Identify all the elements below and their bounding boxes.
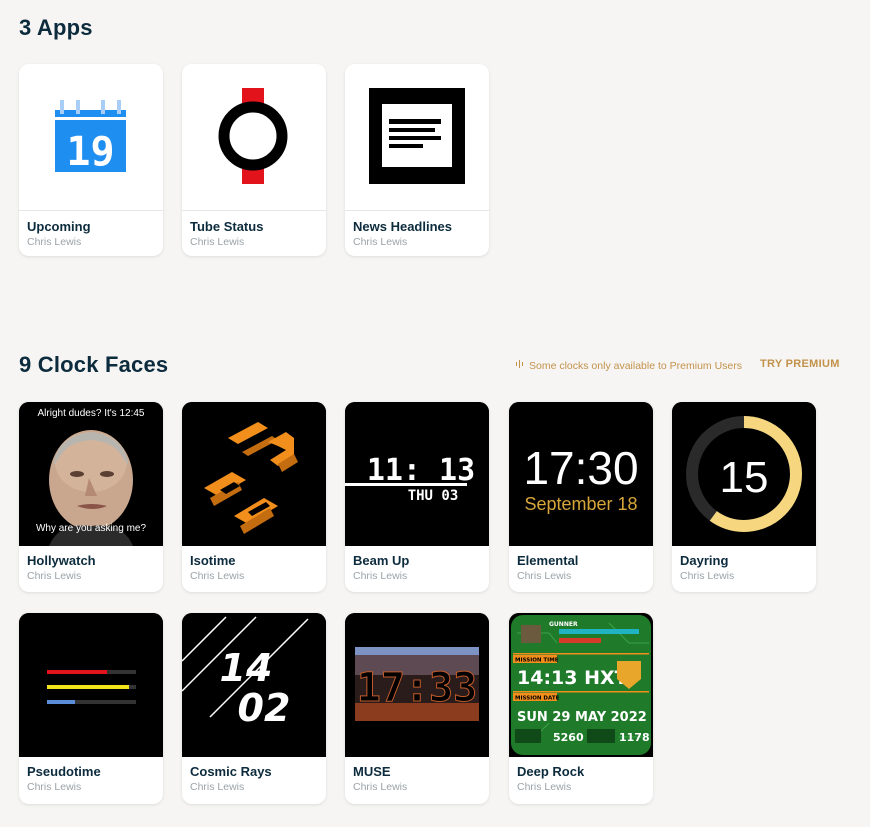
deep-rock-mission-date-label: MISSION DATE — [515, 696, 560, 702]
clock-author[interactable]: Chris Lewis — [27, 781, 81, 793]
tube-roundel-icon — [218, 88, 288, 184]
newspaper-icon — [369, 88, 465, 184]
cosmic-rays-minute: 02 — [238, 686, 291, 730]
app-thumbnail — [345, 64, 489, 211]
app-thumbnail — [182, 64, 326, 211]
clock-card-isotime[interactable]: Isotime Chris Lewis — [182, 402, 326, 592]
clock-title: Dayring — [680, 553, 729, 568]
clock-thumbnail — [182, 402, 326, 546]
clock-author[interactable]: Chris Lewis — [190, 570, 244, 582]
clock-card-muse[interactable]: 17:33 MUSE Chris Lewis — [345, 613, 489, 804]
app-thumbnail: 19 — [19, 64, 163, 211]
apps-section-title: 3 Apps — [19, 15, 93, 40]
clock-author[interactable]: Chris Lewis — [353, 570, 407, 582]
app-title: Tube Status — [190, 219, 264, 234]
deep-rock-mission-time-label: MISSION TIME — [515, 658, 559, 664]
premium-note: Some clocks only available to Premium Us… — [515, 359, 742, 372]
dayring-preview: 15 — [672, 402, 816, 546]
cosmic-rays-preview: 14 02 — [182, 613, 326, 757]
clock-author[interactable]: Chris Lewis — [353, 781, 407, 793]
hollywatch-bottom-text: Why are you asking me? — [36, 523, 146, 534]
app-card-upcoming[interactable]: 19 Upcoming Chris Lewis — [19, 64, 163, 256]
clock-card-hollywatch[interactable]: Alright dudes? It's 12:45 Why are you as… — [19, 402, 163, 592]
clock-thumbnail: GUNNER MISSION TIME 14:13 HXT MISSION DA… — [509, 613, 653, 757]
clock-card-deep-rock[interactable]: GUNNER MISSION TIME 14:13 HXT MISSION DA… — [509, 613, 653, 804]
beam-up-date: THU 03 — [408, 488, 459, 504]
deep-rock-mission-date: SUN 29 MAY 2022 — [517, 710, 647, 725]
deep-rock-stat-1: 5260 — [553, 731, 584, 744]
isotime-preview — [182, 402, 326, 546]
clock-card-beam-up[interactable]: 11: 13 THU 03 Beam Up Chris Lewis — [345, 402, 489, 592]
hollywatch-preview: Alright dudes? It's 12:45 Why are you as… — [19, 402, 163, 546]
clock-title: Pseudotime — [27, 764, 101, 779]
clock-thumbnail: 15 — [672, 402, 816, 546]
dayring-value: 15 — [720, 453, 769, 502]
clock-author[interactable]: Chris Lewis — [680, 570, 734, 582]
deep-rock-stat-2: 1178 — [619, 731, 650, 744]
clock-title: Beam Up — [353, 553, 410, 568]
clock-thumbnail: 17:33 — [345, 613, 489, 757]
premium-icon — [515, 359, 525, 369]
try-premium-link[interactable]: TRY PREMIUM — [760, 358, 840, 370]
hollywatch-top-text: Alright dudes? It's 12:45 — [38, 408, 145, 419]
elemental-time: 17:30 — [523, 442, 638, 494]
clock-title: Elemental — [517, 553, 579, 568]
clock-author[interactable]: Chris Lewis — [517, 570, 571, 582]
clock-thumbnail: 14 02 — [182, 613, 326, 757]
app-title: News Headlines — [353, 219, 452, 234]
clock-thumbnail — [19, 613, 163, 757]
beam-up-time: 11: 13 — [367, 453, 475, 488]
clock-card-pseudotime[interactable]: Pseudotime Chris Lewis — [19, 613, 163, 804]
clock-card-dayring[interactable]: 15 Dayring Chris Lewis — [672, 402, 816, 592]
elemental-preview: 17:30 September 18 — [509, 402, 653, 546]
app-author[interactable]: Chris Lewis — [353, 236, 407, 248]
clock-author[interactable]: Chris Lewis — [517, 781, 571, 793]
muse-time: 17:33 — [357, 665, 477, 711]
clock-card-cosmic-rays[interactable]: 14 02 Cosmic Rays Chris Lewis — [182, 613, 326, 804]
clock-title: Isotime — [190, 553, 236, 568]
clock-title: Deep Rock — [517, 764, 585, 779]
calendar-day-number: 19 — [66, 129, 114, 175]
muse-preview: 17:33 — [345, 613, 489, 757]
deep-rock-preview: GUNNER MISSION TIME 14:13 HXT MISSION DA… — [509, 613, 653, 757]
app-author[interactable]: Chris Lewis — [27, 236, 81, 248]
app-card-tube-status[interactable]: Tube Status Chris Lewis — [182, 64, 326, 256]
clock-thumbnail: Alright dudes? It's 12:45 Why are you as… — [19, 402, 163, 546]
app-card-news-headlines[interactable]: News Headlines Chris Lewis — [345, 64, 489, 256]
clock-title: Cosmic Rays — [190, 764, 272, 779]
elemental-date: September 18 — [524, 494, 637, 514]
clock-faces-section-title: 9 Clock Faces — [19, 352, 169, 377]
cosmic-rays-hour: 14 — [220, 646, 273, 690]
deep-rock-rank: GUNNER — [549, 621, 578, 628]
clock-author[interactable]: Chris Lewis — [190, 781, 244, 793]
clock-thumbnail: 11: 13 THU 03 — [345, 402, 489, 546]
clock-thumbnail: 17:30 September 18 — [509, 402, 653, 546]
clock-title: MUSE — [353, 764, 391, 779]
premium-note-text: Some clocks only available to Premium Us… — [529, 360, 742, 372]
calendar-icon: 19 — [55, 100, 126, 175]
clock-author[interactable]: Chris Lewis — [27, 570, 81, 582]
clock-card-elemental[interactable]: 17:30 September 18 Elemental Chris Lewis — [509, 402, 653, 592]
app-title: Upcoming — [27, 219, 91, 234]
deep-rock-mission-time: 14:13 HXT — [517, 667, 628, 689]
pseudotime-preview — [19, 613, 163, 757]
deep-rock-avatar — [521, 625, 541, 643]
beam-up-preview: 11: 13 THU 03 — [345, 402, 489, 546]
clock-title: Hollywatch — [27, 553, 96, 568]
app-author[interactable]: Chris Lewis — [190, 236, 244, 248]
